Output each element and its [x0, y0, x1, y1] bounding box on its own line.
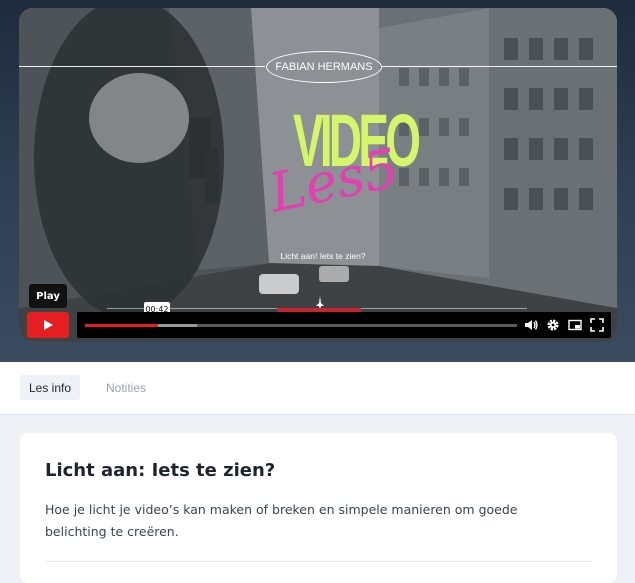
fullscreen-icon[interactable] [589, 317, 605, 333]
tab-les-info[interactable]: Les info [20, 375, 81, 400]
video-subtitle: Licht aan! Iets te zien? [280, 251, 366, 261]
lesson-info-card: Licht aan: Iets te zien? Hoe je licht je… [20, 433, 617, 583]
play-icon [44, 320, 53, 330]
settings-icon[interactable] [545, 317, 561, 333]
play-button[interactable] [27, 312, 69, 338]
video-player[interactable]: FABIAN HERMANS VIDEO Les5 Licht aan! Iet… [19, 8, 617, 342]
card-divider [45, 561, 592, 562]
author-name: FABIAN HERMANS [266, 51, 382, 83]
tab-notities[interactable]: Notities [97, 375, 155, 400]
lesson-description: Hoe je licht je video’s kan maken of bre… [45, 502, 518, 539]
lesson-title: Licht aan: Iets te zien? [45, 460, 276, 481]
volume-icon[interactable] [523, 317, 539, 333]
video-hero: FABIAN HERMANS VIDEO Les5 Licht aan! Iet… [0, 0, 635, 362]
progress-played [85, 324, 159, 327]
title-rule-left [19, 66, 265, 67]
title-rule-right [381, 66, 617, 67]
video-controls-bar [77, 312, 611, 338]
lesson-tabs: Les info Notities [0, 362, 635, 415]
picture-in-picture-icon[interactable] [567, 317, 583, 333]
play-tooltip: Play [29, 284, 67, 308]
progress-track[interactable] [85, 324, 517, 327]
